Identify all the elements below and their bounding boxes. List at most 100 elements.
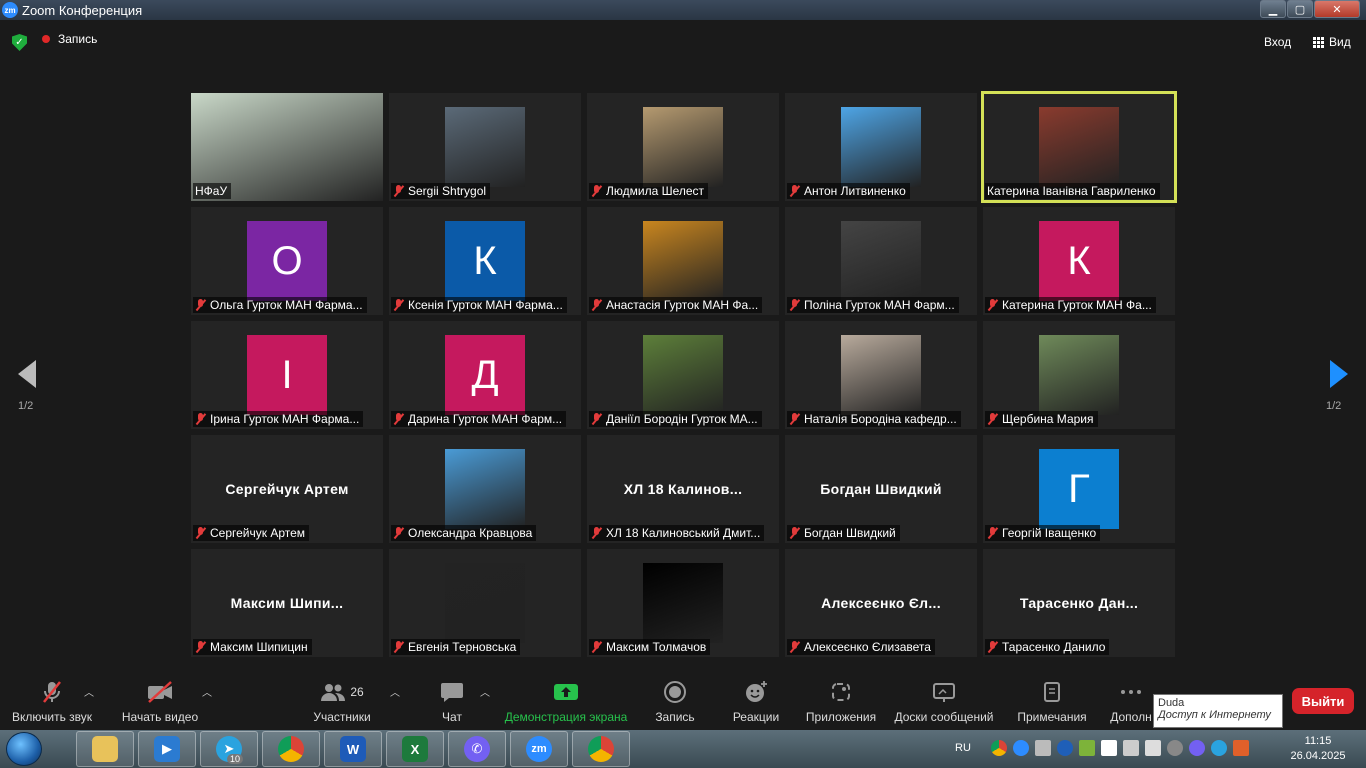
minimize-button[interactable]: ▁ [1260,0,1286,18]
participant-tile[interactable]: Наталія Бородіна кафедр... [785,321,977,429]
security-shield-icon[interactable]: ✓ [12,34,27,51]
taskbar-telegram[interactable]: ➤ 10 [200,731,258,767]
participant-tile[interactable]: К Ксенія Гурток МАН Фарма... [389,207,581,315]
participant-name-label: Катерина Іванівна Гавриленко [985,183,1160,199]
system-clock[interactable]: 11:15 26.04.2025 [1290,734,1346,764]
participant-name: Поліна Гурток МАН Фарм... [804,298,955,312]
participant-name: Максим Шипицин [210,640,308,654]
previous-page-button[interactable]: 1/2 [18,360,36,412]
reactions-button[interactable]: Реакции [730,680,782,724]
participant-tile[interactable]: Евгенія Терновська [389,549,581,657]
telegram-tray-icon[interactable] [1210,740,1227,756]
participant-video [841,221,921,301]
nvidia-icon[interactable] [1078,740,1095,756]
apps-button[interactable]: Приложения [804,680,878,724]
speaker-icon[interactable] [1232,740,1249,756]
leave-button[interactable]: Выйти [1292,688,1354,714]
zoom-tray-icon[interactable] [1012,740,1029,756]
network-signal-icon[interactable] [1144,740,1161,756]
participant-tile[interactable]: О Ольга Гурток МАН Фарма... [191,207,383,315]
taskbar-media-player[interactable]: ▶ [138,731,196,767]
taskbar-zoom[interactable]: zm [510,731,568,767]
close-window-button[interactable]: ✕ [1314,0,1360,18]
participant-tile[interactable]: Катерина Іванівна Гавриленко [981,91,1177,203]
unmute-label: Включить звук [11,710,93,724]
participant-tile[interactable]: І Ірина Гурток МАН Фарма... [191,321,383,429]
maximize-button[interactable]: ▢ [1287,0,1313,18]
taskbar-chrome[interactable] [262,731,320,767]
participant-tile[interactable]: НФаУ [191,93,383,201]
participant-name: Богдан Швидкий [804,526,896,540]
participant-tile[interactable]: Богдан Швидкий Богдан Швидкий [785,435,977,543]
start-video-button[interactable]: Начать видео [120,680,200,724]
taskbar-word[interactable]: W [324,731,382,767]
notes-button[interactable]: Примечания [1014,680,1090,724]
taskbar-explorer[interactable] [76,731,134,767]
participant-video [1039,335,1119,415]
language-indicator[interactable]: RU [955,742,971,754]
participant-tile[interactable]: Даніїл Бородін Гурток МА... [587,321,779,429]
muted-mic-icon [591,185,602,197]
participant-name-label: Сергейчук Артем [193,525,310,541]
recording-indicator[interactable]: Запись [42,32,97,46]
viber-tray-icon[interactable] [1188,740,1205,756]
participant-tile[interactable]: Щербина Мария [983,321,1175,429]
whiteboards-button[interactable]: Доски сообщений [892,680,996,724]
chrome-icon [278,736,304,762]
participant-tile[interactable]: Антон Литвиненко [785,93,977,201]
participant-name-label: Наталія Бородіна кафедр... [787,411,961,427]
chrome-tray-icon[interactable] [990,740,1007,756]
next-page-button[interactable]: 1/2 [1326,360,1348,412]
participant-tile[interactable]: Г Георгій Іващенко [983,435,1175,543]
start-button[interactable] [6,732,42,766]
participants-button[interactable]: 26 Участники [310,680,374,724]
grid-view-icon [1313,36,1324,48]
video-options-caret[interactable]: ︿ [202,684,212,699]
volume-icon[interactable] [1122,740,1139,756]
muted-mic-icon [393,413,404,425]
participant-tile[interactable]: Анастасія Гурток МАН Фа... [587,207,779,315]
arrow-left-icon [18,360,36,388]
participant-tile[interactable]: Сергейчук Артем Сергейчук Артем [191,435,383,543]
share-screen-button[interactable]: Демонстрация экрана [504,680,628,724]
chat-options-caret[interactable]: ︿ [480,684,490,699]
participant-name-label: Дарина Гурток МАН Фарм... [391,411,567,427]
participant-name-label: Щербина Мария [985,411,1098,427]
participant-tile[interactable]: Тарасенко Дан... Тарасенко Данило [983,549,1175,657]
taskbar-excel[interactable]: X [386,731,444,767]
participant-name-label: Анастасія Гурток МАН Фа... [589,297,763,313]
enter-button[interactable]: Вход [1264,35,1291,49]
participant-tile[interactable]: К Катерина Гурток МАН Фа... [983,207,1175,315]
usb-icon[interactable] [1034,740,1051,756]
participant-video [445,563,525,643]
participant-video [841,335,921,415]
chat-button[interactable]: Чат [432,680,472,724]
more-button[interactable]: Дополн [1108,680,1154,724]
participant-tile[interactable]: Максим Шипи... Максим Шипицин [191,549,383,657]
participant-tile[interactable]: Алексеєнко Єл... Алексеєнко Єлизавета [785,549,977,657]
participant-avatar: К [1039,221,1119,301]
participant-tile[interactable]: Д Дарина Гурток МАН Фарм... [389,321,581,429]
view-button[interactable]: Вид [1313,35,1351,49]
taskbar-viber[interactable]: ✆ [448,731,506,767]
participant-video [643,221,723,301]
participant-tile[interactable]: Максим Толмачов [587,549,779,657]
participant-tile[interactable]: Олександра Кравцова [389,435,581,543]
participant-tile[interactable]: Sergii Shtrygol [389,93,581,201]
chrome-icon [588,736,614,762]
participant-tile[interactable]: Поліна Гурток МАН Фарм... [785,207,977,315]
record-button[interactable]: Запись [652,680,698,724]
disc-icon[interactable] [1166,740,1183,756]
participant-name: НФаУ [195,184,228,198]
flag-icon[interactable] [1100,740,1117,756]
participant-tile[interactable]: ХЛ 18 Калинов... ХЛ 18 Калиновський Дмит.… [587,435,779,543]
participant-video [841,107,921,187]
muted-mic-icon [393,641,404,653]
participant-tile[interactable]: Людмила Шелест [587,93,779,201]
audio-options-caret[interactable]: ︿ [84,684,94,699]
bluetooth-icon[interactable] [1056,740,1073,756]
participant-name: Антон Литвиненко [804,184,906,198]
participants-options-caret[interactable]: ︿ [390,684,400,699]
unmute-button[interactable]: Включить звук [8,680,96,724]
taskbar-chrome-profile[interactable] [572,731,630,767]
